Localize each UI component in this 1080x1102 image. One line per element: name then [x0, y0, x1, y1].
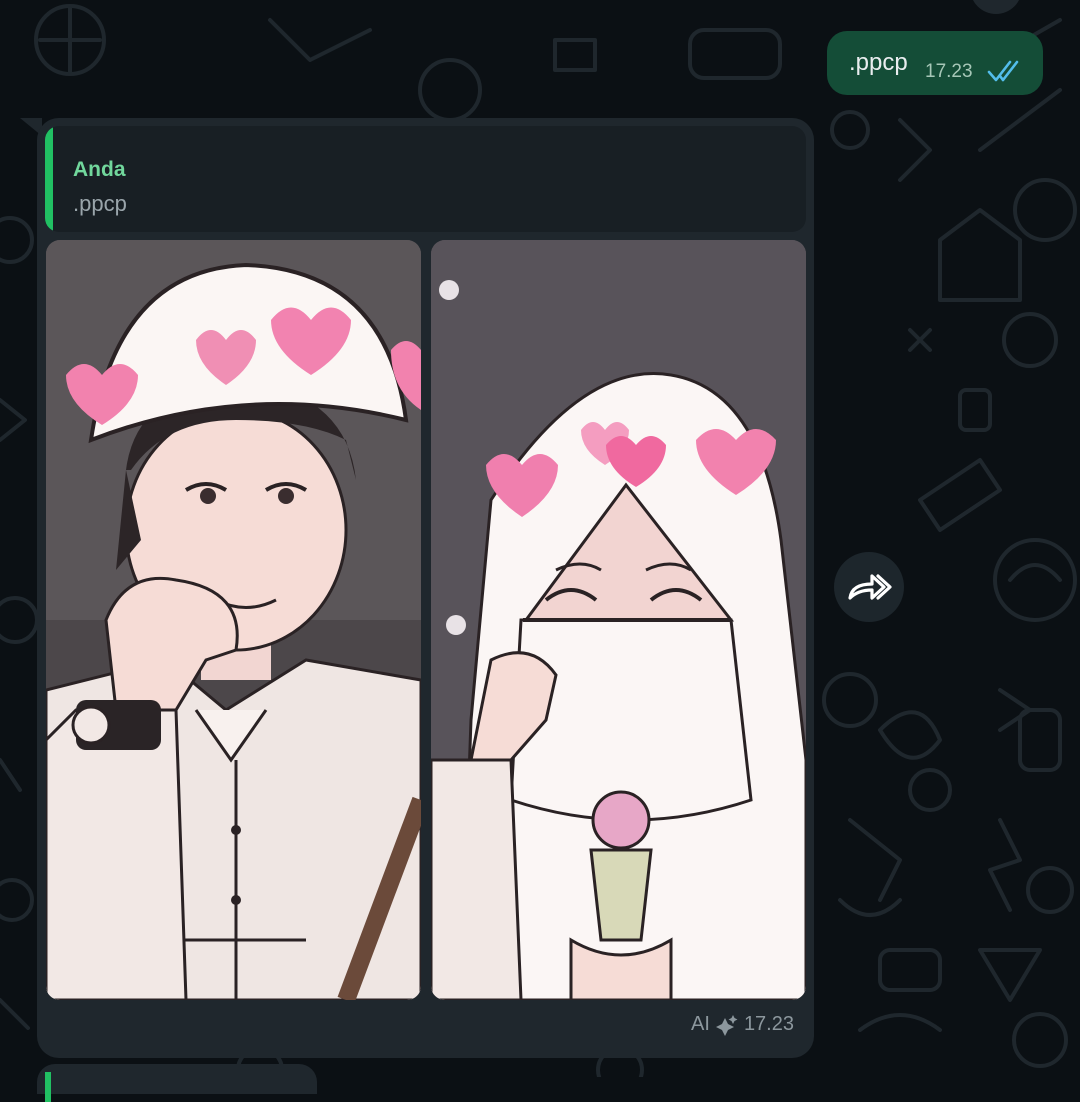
quoted-author: Anda [73, 158, 126, 181]
double-check-read-icon [987, 60, 1019, 82]
sparkle-icon [715, 1014, 738, 1036]
quoted-text: .ppcp [73, 191, 127, 216]
anime-girl-niqab-photo [431, 240, 806, 1000]
next-message-peek [37, 1064, 317, 1102]
message-time: 17.23 [925, 61, 973, 82]
forward-arrow-icon [848, 574, 892, 600]
forward-button[interactable] [834, 552, 904, 622]
message-text: .ppcp [849, 49, 908, 76]
anime-boy-photo [46, 240, 421, 1000]
quote-accent-bar [45, 126, 53, 232]
outgoing-message-bubble[interactable]: .ppcp 17.23 [827, 31, 1043, 95]
ai-label: AI [691, 1013, 710, 1035]
image-thumbnail-girl[interactable] [431, 240, 806, 1000]
message-meta: AI 17.23 [691, 1013, 794, 1036]
message-time: 17.23 [743, 1013, 794, 1035]
quoted-message[interactable]: Anda .ppcp [45, 126, 806, 232]
incoming-message-bubble[interactable]: Anda .ppcp AI 17.23 [37, 118, 814, 1058]
image-thumbnail-boy[interactable] [46, 240, 421, 1000]
